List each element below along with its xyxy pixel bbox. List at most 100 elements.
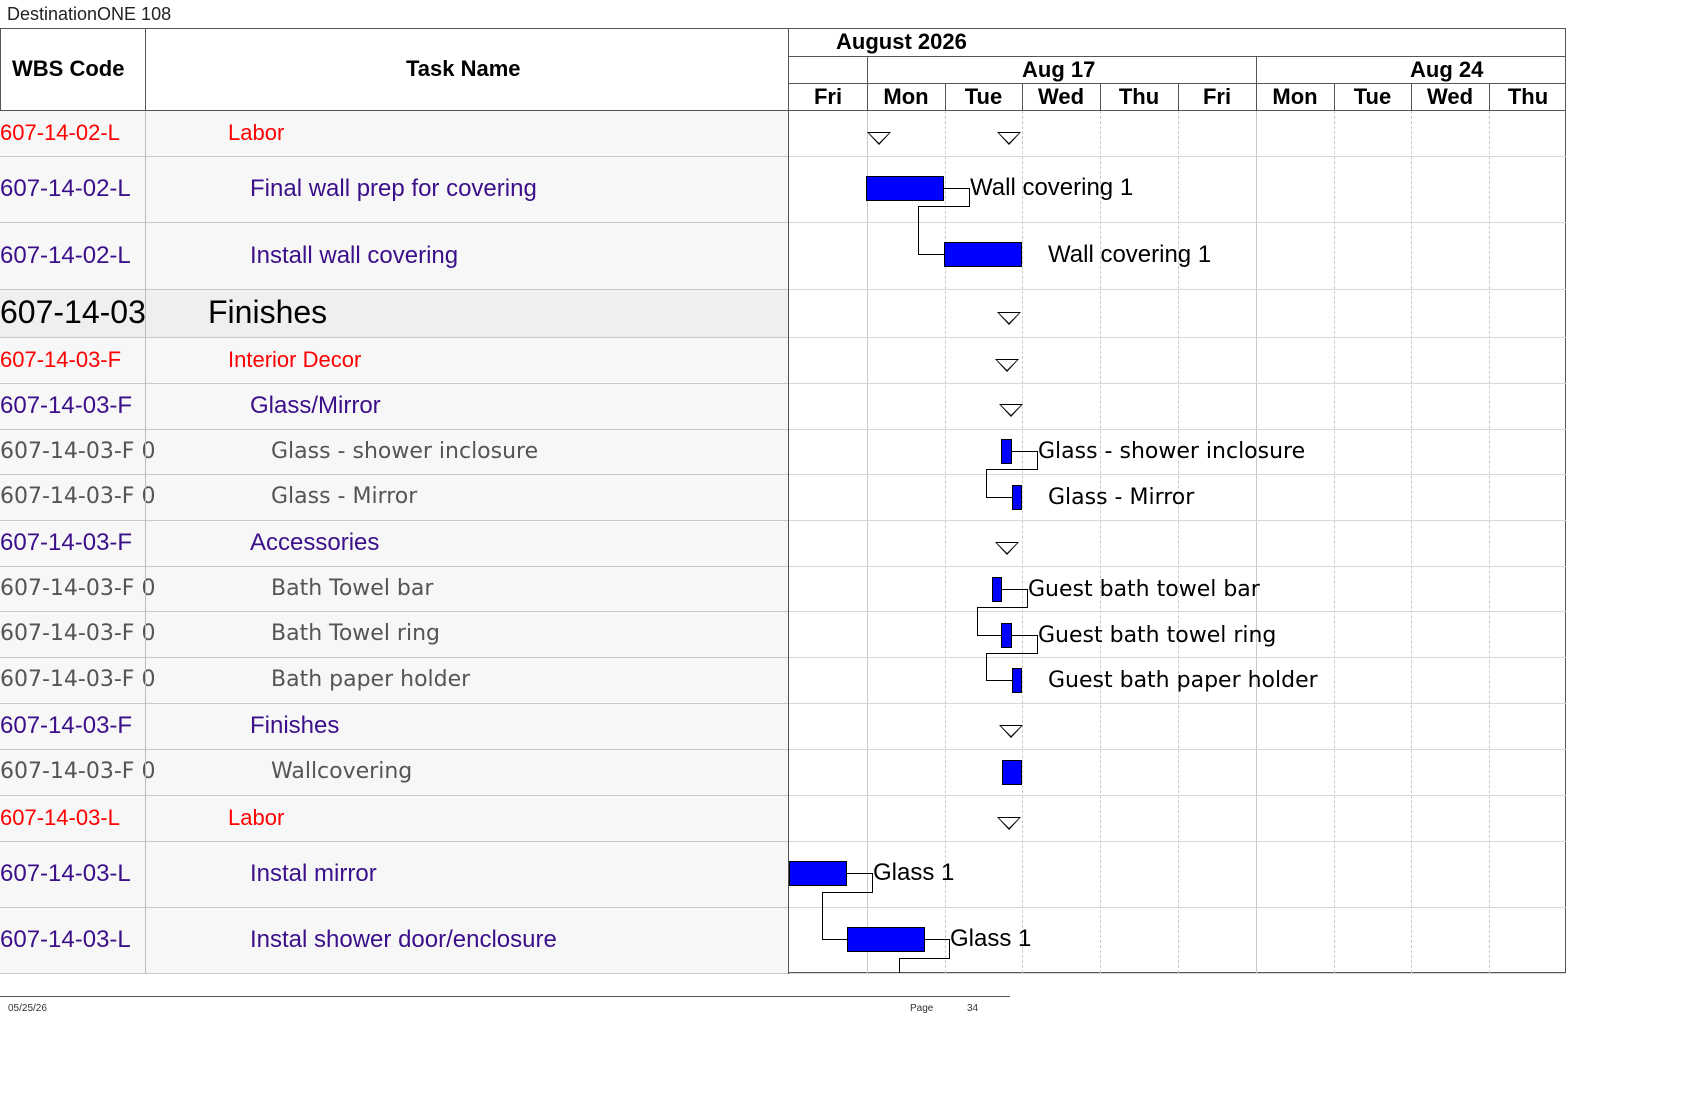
wbs-code: 607-14-03-F 0 bbox=[0, 484, 156, 510]
day-gridline bbox=[1334, 111, 1335, 973]
task-bar[interactable] bbox=[1001, 623, 1012, 648]
timeline-row-line bbox=[789, 795, 1566, 796]
day-gridline bbox=[1256, 111, 1257, 973]
timeline-row-line bbox=[789, 383, 1566, 384]
summary-marker-icon bbox=[995, 542, 1019, 555]
timeline-row-line bbox=[789, 973, 1566, 974]
task-name[interactable]: Bath paper holder bbox=[271, 667, 470, 692]
day-gridline bbox=[867, 111, 868, 973]
wbs-code: 607-14-02-L bbox=[0, 120, 120, 146]
month-divider bbox=[789, 56, 1566, 57]
footer-page-label: Page bbox=[910, 1003, 934, 1014]
task-bar[interactable] bbox=[1012, 668, 1022, 693]
task-name[interactable]: Instal shower door/enclosure bbox=[250, 926, 557, 954]
wbs-code: 607-14-03-L bbox=[0, 926, 131, 954]
task-bar[interactable] bbox=[1002, 760, 1022, 785]
day-header: Tue bbox=[964, 84, 1003, 109]
footer-page-number: 34 bbox=[967, 1003, 979, 1014]
task-name[interactable]: Bath Towel bar bbox=[271, 576, 433, 601]
summary-marker-icon bbox=[867, 132, 891, 145]
day-header: Mon bbox=[1272, 84, 1318, 109]
summary-marker-icon bbox=[995, 359, 1019, 372]
task-name-column-header[interactable]: Task Name bbox=[406, 56, 521, 82]
day-boundary bbox=[1178, 84, 1179, 111]
timeline-row-line bbox=[789, 907, 1566, 908]
wbs-code: 607-14-03-F 0 bbox=[0, 759, 156, 785]
dependency-line bbox=[847, 873, 873, 874]
dependency-line bbox=[925, 939, 950, 940]
timeline-row-line bbox=[789, 841, 1566, 842]
wbs-code: 607-14-03-F bbox=[0, 347, 122, 373]
day-gridline bbox=[1489, 111, 1490, 973]
dependency-line bbox=[1012, 635, 1038, 636]
day-header: Fri bbox=[813, 84, 843, 109]
task-name[interactable]: Labor bbox=[228, 805, 284, 831]
summary-marker-icon bbox=[997, 132, 1021, 145]
task-bar[interactable] bbox=[866, 176, 944, 201]
dependency-line bbox=[977, 607, 1028, 608]
task-name[interactable]: Interior Decor bbox=[228, 347, 361, 373]
task-bar[interactable] bbox=[789, 861, 847, 886]
footer-date: 05/25/26 bbox=[8, 1003, 47, 1014]
footer-divider bbox=[0, 996, 1010, 997]
wbs-code: 607-14-02-L bbox=[0, 241, 131, 269]
gantt-report-page: DestinationONE 108 WBS Code Task Name Au… bbox=[0, 0, 1568, 1025]
task-name[interactable]: Accessories bbox=[250, 529, 379, 557]
task-bar[interactable] bbox=[1001, 439, 1012, 464]
task-bar[interactable] bbox=[992, 577, 1002, 602]
day-boundary bbox=[1100, 84, 1101, 111]
wbs-code: 607-14-03-F 0 bbox=[0, 667, 156, 693]
bar-label: Glass 1 bbox=[950, 925, 1032, 952]
week-header-aug24: Aug 24 bbox=[1410, 57, 1484, 82]
app-title: DestinationONE 108 bbox=[7, 4, 172, 24]
task-name[interactable]: Finishes bbox=[250, 712, 339, 740]
task-name[interactable]: Install wall covering bbox=[250, 242, 458, 270]
timeline-row-line bbox=[789, 474, 1566, 475]
task-bar[interactable] bbox=[944, 242, 1022, 267]
task-bar[interactable] bbox=[847, 927, 925, 952]
bar-label: Guest bath paper holder bbox=[1048, 668, 1318, 693]
timeline-row-line bbox=[789, 337, 1566, 338]
bar-label: Wall covering 1 bbox=[1048, 241, 1212, 268]
dependency-line bbox=[986, 653, 987, 680]
task-name[interactable]: Glass - Mirror bbox=[271, 484, 417, 509]
wbs-code: 607-14-03-F bbox=[0, 529, 133, 557]
task-name[interactable]: Wallcovering bbox=[271, 759, 412, 784]
column-divider bbox=[145, 29, 146, 111]
dependency-line bbox=[986, 497, 1012, 498]
dependency-line bbox=[918, 206, 919, 254]
task-name[interactable]: Glass/Mirror bbox=[250, 392, 381, 420]
wbs-code: 607-14-03-L bbox=[0, 860, 131, 888]
timeline-row-line bbox=[789, 611, 1566, 612]
dependency-line bbox=[822, 939, 847, 940]
month-header: August 2026 bbox=[836, 29, 967, 54]
dependency-line bbox=[1002, 589, 1028, 590]
dependency-line bbox=[986, 680, 1012, 681]
week-header-aug17: Aug 17 bbox=[1022, 57, 1096, 82]
task-name[interactable]: Bath Towel ring bbox=[271, 621, 440, 646]
day-boundary bbox=[1411, 84, 1412, 111]
dependency-line bbox=[977, 607, 978, 635]
wbs-column-header[interactable]: WBS Code bbox=[12, 56, 124, 82]
wbs-code: 607-14-03-F 0 bbox=[0, 575, 156, 601]
task-name[interactable]: Instal mirror bbox=[250, 860, 377, 888]
day-header: Fri bbox=[1202, 84, 1232, 109]
task-name[interactable]: Labor bbox=[228, 120, 284, 146]
dependency-line bbox=[986, 469, 987, 497]
task-name[interactable]: Glass - shower inclosure bbox=[271, 439, 538, 464]
task-name[interactable]: Final wall prep for covering bbox=[250, 175, 537, 203]
bar-label: Glass - shower inclosure bbox=[1038, 439, 1306, 464]
day-header: Thu bbox=[1507, 84, 1549, 109]
wbs-code: 607-14-03-F 0 bbox=[0, 621, 156, 647]
task-bar[interactable] bbox=[1012, 485, 1022, 510]
bar-label: Guest bath towel ring bbox=[1038, 623, 1277, 648]
day-gridline bbox=[1022, 111, 1023, 973]
dependency-line bbox=[944, 188, 970, 189]
day-gridline bbox=[1411, 111, 1412, 973]
dependency-line bbox=[1037, 635, 1038, 653]
wbs-code: 607-14-03-F 0 bbox=[0, 438, 156, 464]
dependency-line bbox=[872, 873, 873, 893]
task-name[interactable]: Finishes bbox=[208, 294, 327, 331]
timeline-row-line bbox=[789, 289, 1566, 290]
dependency-line bbox=[1012, 451, 1038, 452]
